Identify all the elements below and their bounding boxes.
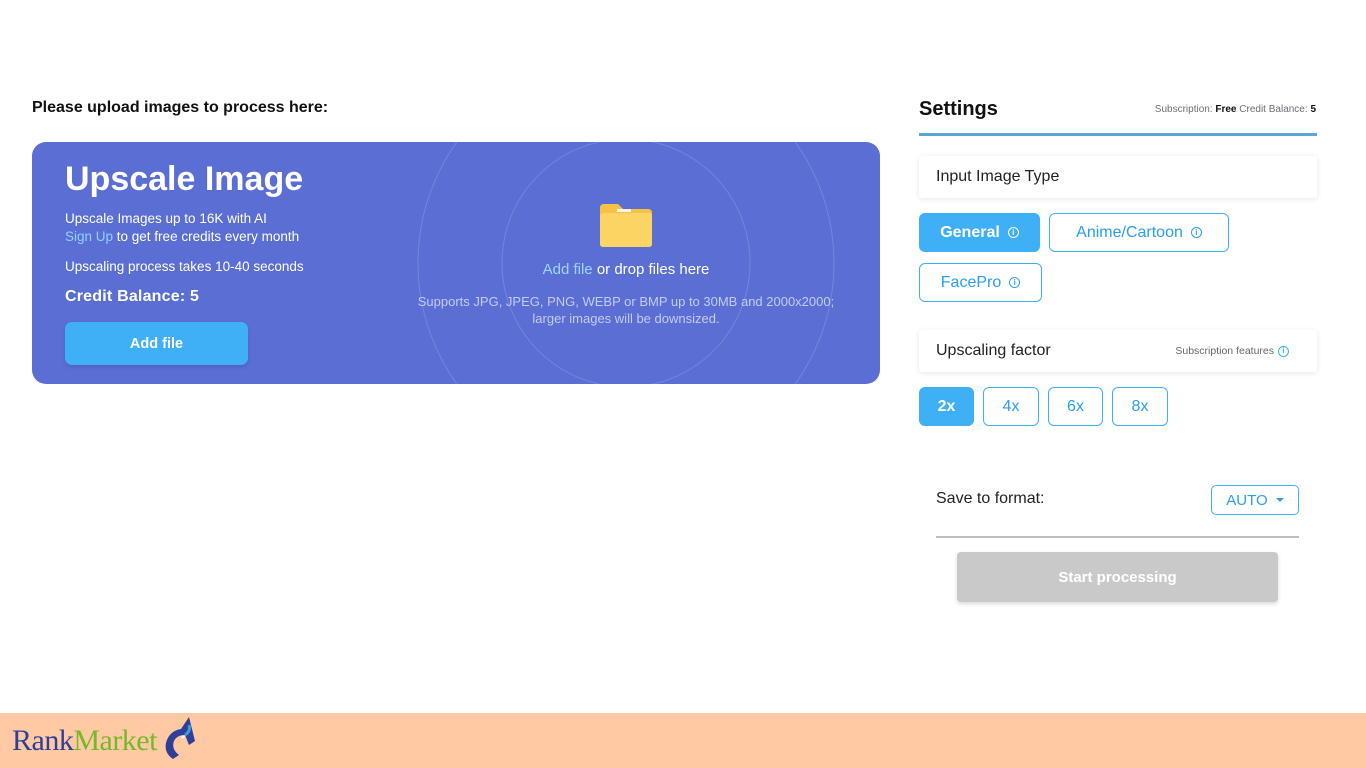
upscaling-factor-title: Upscaling factor xyxy=(936,342,1051,359)
upload-dropzone[interactable]: Upscale Image Upscale Images up to 16K w… xyxy=(32,142,880,384)
format-divider xyxy=(936,536,1299,538)
logo-text-market: Market xyxy=(73,724,157,757)
credit-balance-label: Credit Balance: xyxy=(1239,104,1308,115)
info-icon[interactable]: i xyxy=(1009,277,1021,288)
supported-formats-note: Supports JPG, JPEG, PNG, WEBP or BMP up … xyxy=(382,293,870,327)
settings-divider xyxy=(919,133,1317,136)
caret-down-icon xyxy=(1275,498,1284,502)
subscription-features-label: Subscription features xyxy=(1175,345,1274,357)
hero-signup-line: Sign Up to get free credits every month xyxy=(65,229,299,244)
signup-line-text: to get free credits every month xyxy=(113,229,300,244)
add-file-button[interactable]: Add file xyxy=(65,322,248,365)
drop-instruction: Add file or drop files here xyxy=(456,261,796,278)
downsize-note: larger images will be downsized. xyxy=(532,311,720,326)
save-format-label: Save to format: xyxy=(936,490,1045,507)
hero-credit-balance: Credit Balance: 5 xyxy=(65,288,200,305)
type-anime-cartoon-button[interactable]: Anime/Cartoon i xyxy=(1049,213,1229,252)
factor-8x-button[interactable]: 8x xyxy=(1112,387,1168,426)
drop-text: or drop files here xyxy=(592,261,710,278)
upload-heading: Please upload images to process here: xyxy=(32,99,329,116)
subscription-info: Subscription: Free Credit Balance: 5 xyxy=(1155,104,1316,115)
info-icon[interactable]: i xyxy=(1190,227,1202,238)
factor-2x-button[interactable]: 2x xyxy=(919,387,974,426)
signup-link[interactable]: Sign Up xyxy=(65,229,113,244)
unicorn-icon xyxy=(165,717,195,759)
subscription-features-note[interactable]: Subscription features i xyxy=(1175,345,1289,357)
type-anime-cartoon-label: Anime/Cartoon xyxy=(1076,223,1183,241)
footer-banner: Rank Market xyxy=(0,713,1366,768)
input-image-type-title: Input Image Type xyxy=(936,168,1060,185)
hero-tagline: Upscale Images up to 16K with AI xyxy=(65,211,267,226)
credit-balance-value: 5 xyxy=(1310,104,1316,115)
hero-title: Upscale Image xyxy=(65,160,304,198)
add-file-link[interactable]: Add file xyxy=(543,261,593,278)
factor-4x-button[interactable]: 4x xyxy=(983,387,1039,426)
settings-title: Settings xyxy=(919,98,998,120)
type-facepro-button[interactable]: FacePro i xyxy=(919,263,1042,302)
format-dropdown-value: AUTO xyxy=(1226,491,1268,509)
input-image-type-header: Input Image Type xyxy=(919,156,1317,198)
upscale-page: Please upload images to process here: Up… xyxy=(0,0,1366,768)
factor-6x-button[interactable]: 6x xyxy=(1048,387,1103,426)
info-icon[interactable]: i xyxy=(1278,345,1289,357)
subscription-label: Subscription: xyxy=(1154,104,1213,115)
upscaling-factor-header: Upscaling factor Subscription features i xyxy=(919,330,1317,372)
rankmarket-logo: Rank Market xyxy=(12,717,199,761)
folder-icon[interactable] xyxy=(598,202,654,248)
format-dropdown[interactable]: AUTO xyxy=(1211,485,1299,515)
supported-formats-line: Supports JPG, JPEG, PNG, WEBP or BMP up … xyxy=(417,294,835,309)
start-processing-button[interactable]: Start processing xyxy=(957,552,1278,602)
logo-text-rank: Rank xyxy=(12,724,74,757)
info-icon[interactable]: i xyxy=(1007,227,1019,238)
hero-duration-note: Upscaling process takes 10-40 seconds xyxy=(65,259,304,274)
type-general-label: General xyxy=(940,223,1000,241)
subscription-plan: Free xyxy=(1215,104,1237,115)
type-general-button[interactable]: General i xyxy=(919,213,1040,252)
type-facepro-label: FacePro xyxy=(940,273,1002,291)
